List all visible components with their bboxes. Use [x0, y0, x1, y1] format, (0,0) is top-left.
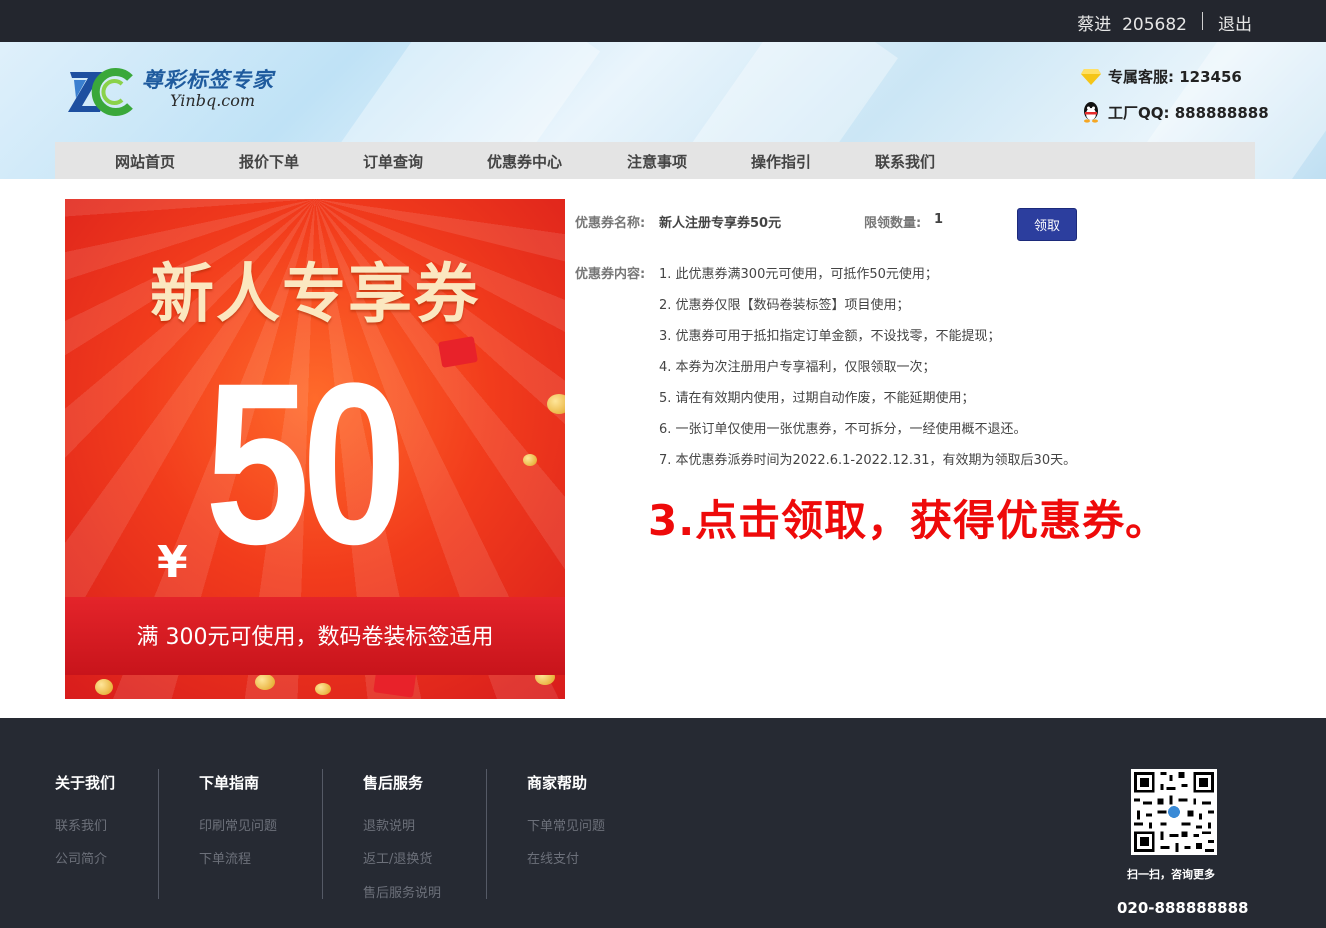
- diamond-icon: [1081, 68, 1101, 85]
- coupon-title: 新人专享券: [150, 258, 480, 332]
- rule-item: 2. 优惠券仅限【数码卷装标签】项目使用；: [659, 298, 910, 313]
- service-contact-text: 专属客服: 123456: [1108, 68, 1242, 86]
- nav-contact-us[interactable]: 联系我们: [875, 151, 935, 172]
- qr-caption: 扫一扫，咨询更多: [1127, 868, 1215, 881]
- currency-symbol: ¥: [157, 537, 188, 588]
- coupon-content-label: 优惠券内容:: [575, 267, 646, 282]
- rule-item: 5. 请在有效期内使用，过期自动作废，不能延期使用；: [659, 391, 975, 406]
- footer-link[interactable]: 退款说明: [363, 815, 415, 834]
- user-info: 蔡进 205682: [1077, 10, 1187, 35]
- coupon-name-value: 新人注册专享券50元: [659, 216, 782, 231]
- footer-link[interactable]: 下单常见问题: [527, 815, 605, 834]
- rule-item: 7. 本优惠券派券时间为2022.6.1-2022.12.31，有效期为领取后3…: [659, 453, 1077, 468]
- logout-link[interactable]: 退出: [1218, 10, 1252, 35]
- coupon-name-label: 优惠券名称:: [575, 216, 646, 231]
- nav-quote-order[interactable]: 报价下单: [239, 151, 299, 172]
- footer-phone: 020-888888888: [1117, 899, 1249, 917]
- footer-divider: [158, 769, 159, 899]
- footer-order-guide-title: 下单指南: [199, 774, 260, 792]
- rule-item: 3. 优惠券可用于抵扣指定订单金额，不设找零，不能提现；: [659, 329, 1001, 344]
- nav-notes[interactable]: 注意事项: [627, 151, 687, 172]
- footer-divider: [322, 769, 323, 899]
- brand-name: 尊彩标签专家: [142, 68, 274, 92]
- qq-contact-text: 工厂QQ: 888888888: [1108, 103, 1269, 122]
- coin-decoration: [95, 679, 113, 695]
- rule-item: 6. 一张订单仅使用一张优惠券，不可拆分，一经使用概不退还。: [659, 422, 1027, 437]
- coin-decoration: [523, 454, 537, 466]
- brand-logo-icon[interactable]: [68, 66, 134, 116]
- footer-link[interactable]: 返工/退换货: [363, 848, 432, 867]
- user-id: 205682: [1122, 15, 1187, 35]
- claim-button[interactable]: 领取: [1017, 208, 1077, 241]
- footer-about-title: 关于我们: [55, 774, 116, 792]
- nav-guide[interactable]: 操作指引: [751, 151, 811, 172]
- coupon-amount: 50: [205, 335, 407, 592]
- brand-domain: Yinbq.com: [170, 91, 256, 110]
- top-bar: 蔡进 205682 退出: [0, 0, 1326, 42]
- service-contact: 专属客服: 123456: [1080, 66, 1242, 87]
- qq-contact: 工厂QQ: 888888888: [1080, 101, 1269, 123]
- footer-divider: [486, 769, 487, 899]
- coin-decoration: [315, 683, 331, 695]
- coin-decoration: [255, 674, 275, 690]
- site-footer: 关于我们 联系我们 公司简介 下单指南 印刷常见问题 下单流程 售后服务 退款说…: [0, 718, 1326, 928]
- rule-item: 1. 此优惠券满300元可使用，可抵作50元使用；: [659, 267, 938, 282]
- coupon-ribbon-text: 满 300元可使用，数码卷装标签适用: [136, 625, 494, 650]
- main-nav: 网站首页 报价下单 订单查询 优惠券中心 注意事项 操作指引 联系我们: [55, 142, 1255, 179]
- limit-label: 限领数量:: [864, 216, 922, 231]
- footer-link[interactable]: 下单流程: [199, 848, 251, 867]
- nav-order-query[interactable]: 订单查询: [363, 151, 423, 172]
- footer-link[interactable]: 公司简介: [55, 848, 107, 867]
- coin-decoration: [547, 394, 565, 414]
- instruction-annotation: 3.点击领取，获得优惠券。: [648, 496, 1169, 545]
- nav-coupon-center[interactable]: 优惠券中心: [487, 151, 562, 172]
- limit-value: 1: [934, 212, 944, 227]
- rule-item: 4. 本券为次注册用户专享福利，仅限领取一次；: [659, 360, 936, 375]
- username: 蔡进: [1077, 15, 1112, 35]
- qq-penguin-icon: [1084, 102, 1098, 123]
- footer-link[interactable]: 在线支付: [527, 848, 579, 867]
- qr-code-icon: [1131, 769, 1217, 855]
- nav-home[interactable]: 网站首页: [115, 151, 175, 172]
- footer-merchant-help-title: 商家帮助: [527, 774, 588, 792]
- footer-link[interactable]: 印刷常见问题: [199, 815, 277, 834]
- footer-aftersales-title: 售后服务: [363, 774, 424, 792]
- topbar-divider: [1202, 12, 1203, 30]
- footer-link[interactable]: 联系我们: [55, 815, 107, 834]
- coupon-image: 新人专享券 50 ¥ 满 300元可使用，数码卷装标签适用: [65, 199, 565, 699]
- footer-link[interactable]: 售后服务说明: [363, 882, 441, 901]
